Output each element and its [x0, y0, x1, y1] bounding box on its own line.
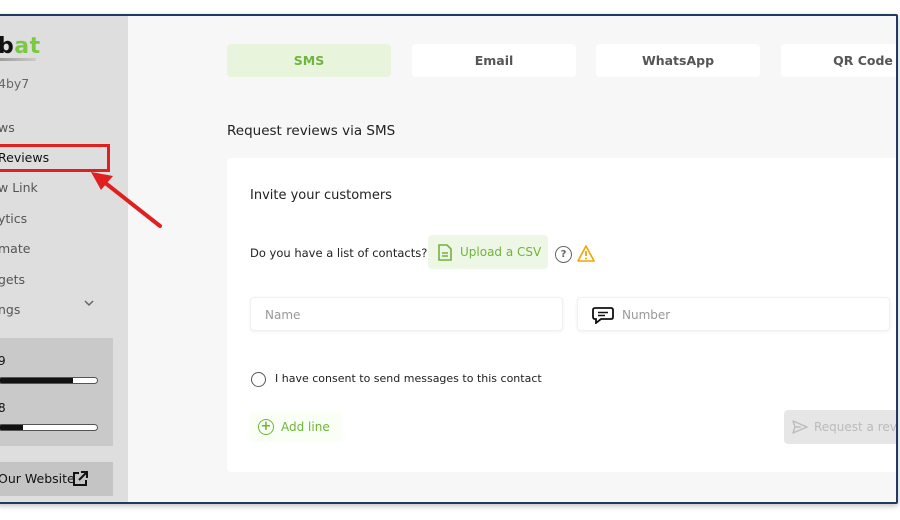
our-website-button[interactable]: Our Website	[0, 462, 113, 496]
help-icon[interactable]: ?	[555, 246, 572, 263]
tab-sms[interactable]: SMS	[227, 44, 391, 77]
logo-tagline	[0, 58, 36, 61]
logo: bat	[0, 34, 41, 59]
chevron-down-icon[interactable]	[84, 299, 94, 307]
add-line-button[interactable]: + Add line	[250, 412, 342, 442]
external-link-icon	[73, 471, 88, 486]
consent-checkbox[interactable]	[251, 372, 266, 387]
warning-icon[interactable]	[577, 245, 595, 262]
sidebar-item-automate[interactable]: mate	[0, 237, 30, 261]
main-content: SMS Email WhatsApp QR Code Request revie…	[128, 16, 896, 502]
section-title: Request reviews via SMS	[227, 123, 396, 139]
card-title: Invite your customers	[250, 188, 392, 203]
send-icon	[792, 420, 808, 434]
chat-icon	[592, 307, 614, 324]
red-arrow-annotation	[91, 172, 162, 228]
file-icon	[438, 244, 452, 261]
sidebar-item-settings[interactable]: ngs	[0, 298, 20, 322]
request-review-button[interactable]: Request a revi	[784, 410, 896, 444]
number-input[interactable]: Number	[577, 297, 890, 331]
sidebar-item-analytics[interactable]: ytics	[0, 207, 27, 231]
number-placeholder: Number	[622, 308, 671, 322]
sidebar-item-review-link[interactable]: w Link	[0, 176, 38, 200]
sidebar: bat 4by7 ws Reviews w Link ytics mate ge…	[0, 16, 128, 502]
upload-csv-button[interactable]: Upload a CSV	[428, 235, 548, 269]
sidebar-item-reviews-list[interactable]: ws	[0, 116, 15, 140]
quota-value-2: 8	[0, 401, 6, 415]
tab-email[interactable]: Email	[412, 44, 576, 77]
app-window: bat 4by7 ws Reviews w Link ytics mate ge…	[0, 14, 898, 504]
tab-whatsapp[interactable]: WhatsApp	[596, 44, 760, 77]
name-input[interactable]: Name	[250, 297, 563, 331]
plus-circle-icon: +	[258, 419, 274, 435]
csv-question: Do you have a list of contacts?	[250, 246, 428, 260]
quota-panel: 9 8	[0, 338, 113, 446]
sidebar-item-widgets[interactable]: gets	[0, 268, 25, 292]
account-id: 4by7	[0, 76, 30, 91]
quota-bar-2	[0, 424, 98, 431]
consent-label: I have consent to send messages to this …	[275, 372, 542, 385]
tab-qr-code[interactable]: QR Code	[781, 44, 896, 77]
quota-value-1: 9	[0, 354, 6, 368]
invite-card: Invite your customers Do you have a list…	[227, 158, 896, 472]
quota-bar-1	[0, 377, 98, 384]
